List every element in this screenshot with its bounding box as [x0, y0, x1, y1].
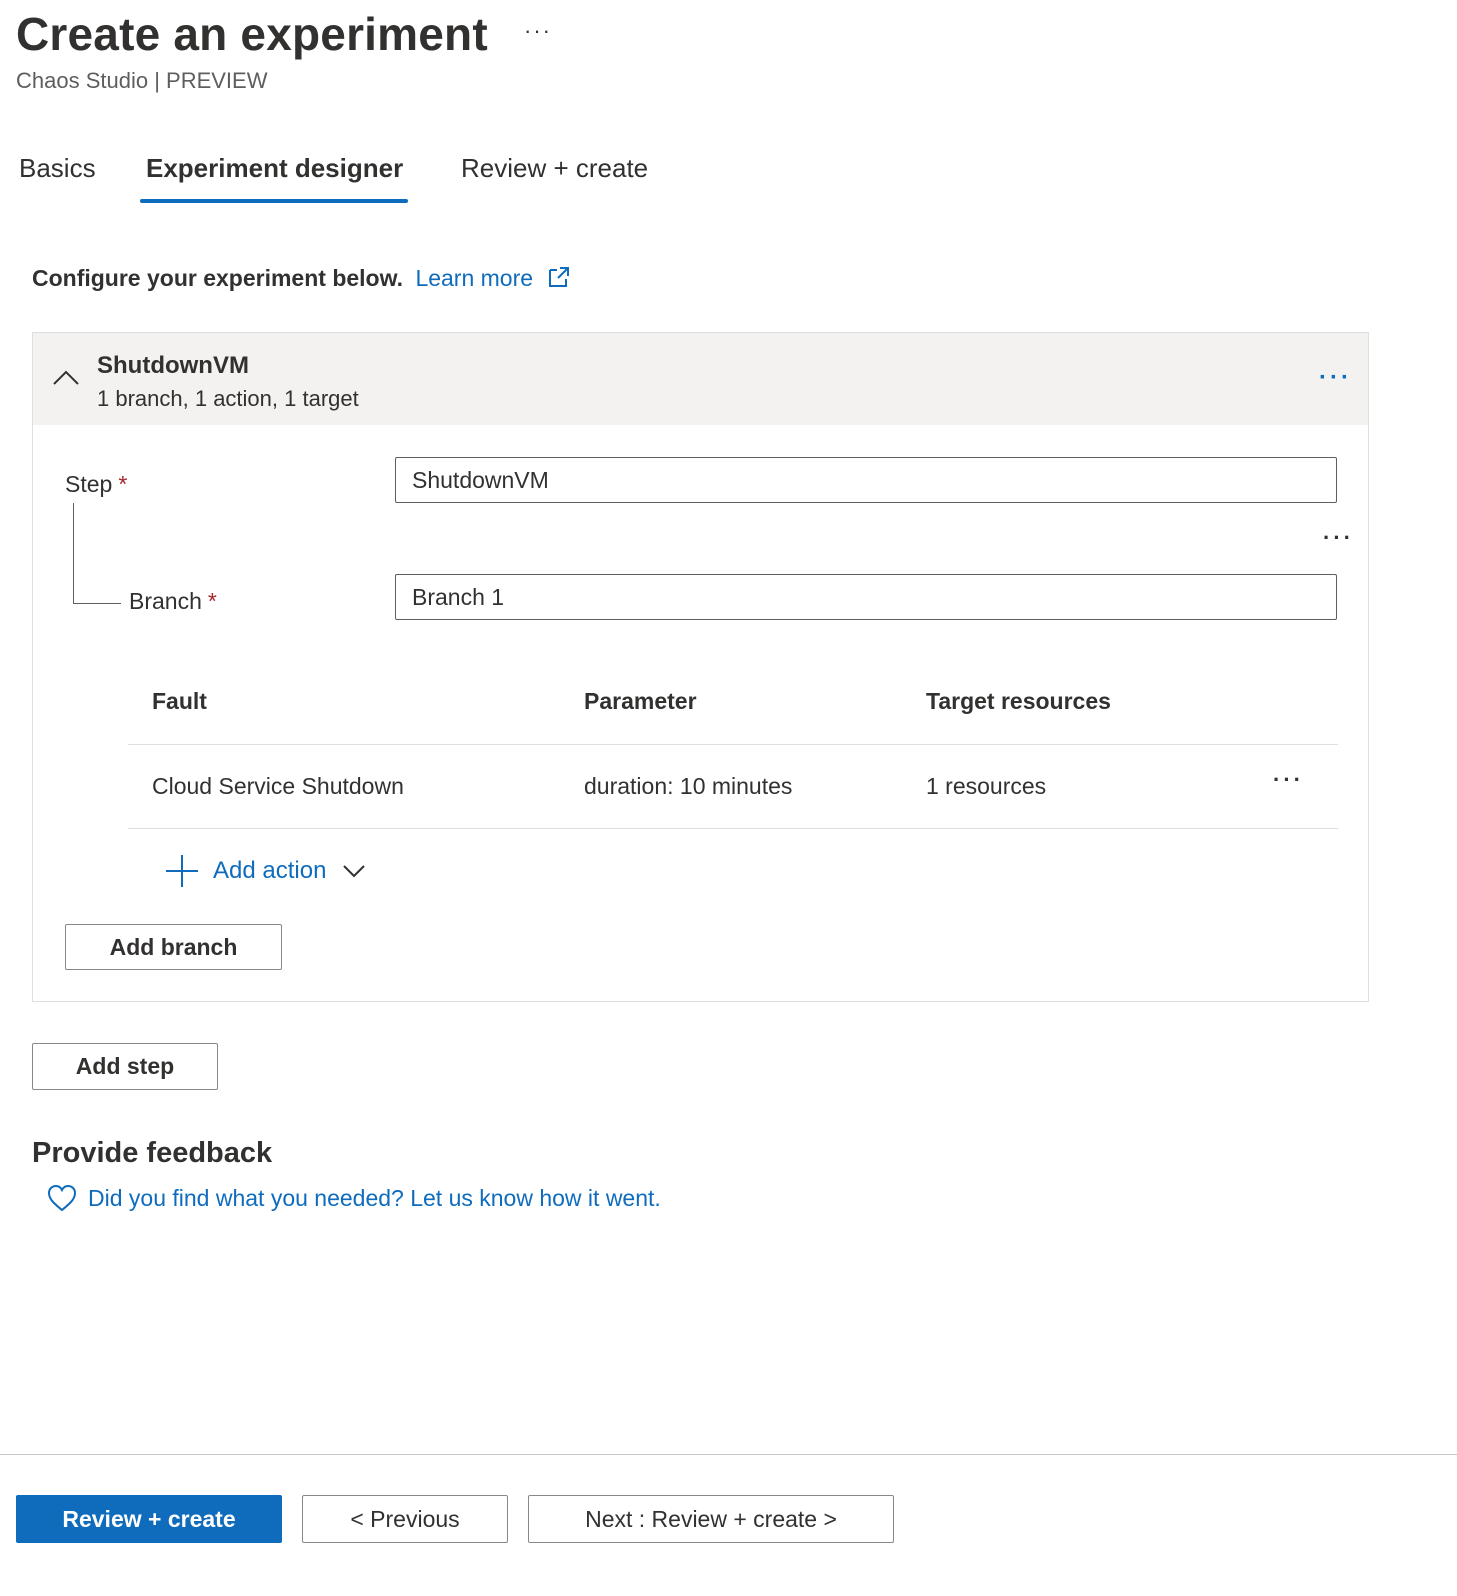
step-label-text: Step — [65, 471, 113, 497]
target-resources-cell: 1 resources — [926, 773, 1047, 799]
tab-basics[interactable]: Basics — [19, 150, 96, 186]
feedback-link[interactable]: Did you find what you needed? Let us kno… — [46, 1182, 661, 1214]
create-experiment-page: Create an experiment ··· Chaos Studio | … — [0, 0, 1457, 1596]
add-action-label: Add action — [213, 857, 327, 884]
required-asterisk: * — [207, 588, 217, 614]
branch-name-input[interactable] — [395, 574, 1337, 620]
plus-icon — [166, 855, 198, 887]
step-name-input[interactable] — [395, 457, 1337, 503]
intro-label: Configure your experiment below. — [32, 265, 404, 291]
step-title: ShutdownVM — [97, 352, 249, 379]
branch-field-label: Branch * — [129, 585, 217, 617]
external-link-icon — [549, 267, 570, 287]
learn-more-link[interactable]: Learn more — [415, 265, 571, 291]
table-divider — [128, 744, 1338, 745]
branch-label-text: Branch — [129, 588, 202, 614]
feedback-link-label: Did you find what you needed? Let us kno… — [88, 1185, 661, 1211]
page-title: Create an experiment — [16, 8, 488, 60]
chevron-down-icon — [343, 865, 366, 878]
active-tab-indicator — [140, 199, 408, 203]
more-options-icon[interactable]: ··· — [524, 16, 552, 46]
previous-button[interactable]: < Previous — [302, 1495, 508, 1543]
tree-connector-vertical — [73, 503, 74, 603]
tab-experiment-designer[interactable]: Experiment designer — [146, 150, 403, 186]
tree-connector-horizontal — [73, 603, 121, 604]
column-header-fault: Fault — [152, 688, 207, 714]
step-summary: 1 branch, 1 action, 1 target — [97, 386, 359, 411]
learn-more-label: Learn more — [415, 265, 534, 291]
required-asterisk: * — [118, 471, 128, 497]
add-step-button[interactable]: Add step — [32, 1043, 218, 1090]
branch-more-options-icon[interactable]: ··· — [1323, 525, 1354, 551]
column-header-target-resources: Target resources — [926, 688, 1111, 714]
tab-review-create[interactable]: Review + create — [461, 150, 648, 186]
add-action-button[interactable]: Add action — [165, 851, 366, 891]
step-header[interactable]: ShutdownVM 1 branch, 1 action, 1 target … — [33, 333, 1368, 425]
page-subtitle: Chaos Studio | PREVIEW — [16, 68, 268, 93]
intro-text: Configure your experiment below. Learn m… — [32, 262, 571, 294]
heart-icon — [47, 1184, 77, 1212]
chevron-up-icon[interactable] — [51, 367, 81, 387]
feedback-title: Provide feedback — [32, 1137, 273, 1169]
step-field-label: Step * — [65, 468, 127, 500]
footer-divider — [0, 1454, 1457, 1455]
row-more-options-icon[interactable]: ··· — [1273, 767, 1304, 793]
next-review-create-button[interactable]: Next : Review + create > — [528, 1495, 894, 1543]
add-branch-button[interactable]: Add branch — [65, 924, 282, 970]
fault-cell: Cloud Service Shutdown — [152, 773, 404, 799]
review-create-button[interactable]: Review + create — [16, 1495, 282, 1543]
step-more-options-icon[interactable]: ··· — [1319, 363, 1352, 393]
column-header-parameter: Parameter — [584, 688, 697, 714]
step-card: ShutdownVM 1 branch, 1 action, 1 target … — [32, 332, 1369, 1002]
table-divider — [128, 828, 1338, 829]
parameter-cell: duration: 10 minutes — [584, 773, 793, 799]
